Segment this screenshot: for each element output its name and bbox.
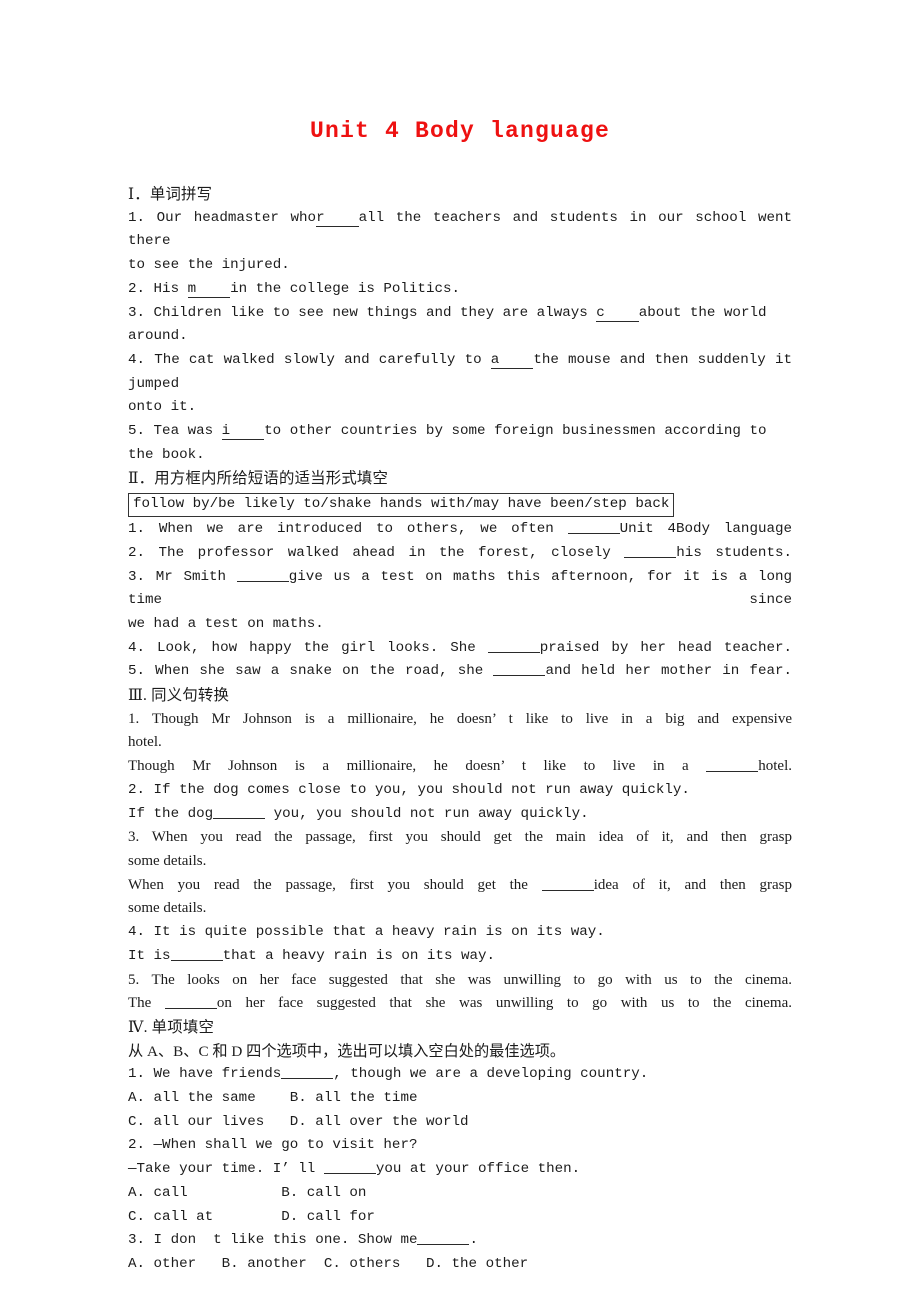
question-4-2-stem-line-2: —Take your time. I’ ll you at your offic… bbox=[128, 1158, 792, 1182]
question-4-1-options-ab[interactable]: A. all the same B. all the time bbox=[128, 1087, 792, 1111]
q3-4-blank[interactable] bbox=[170, 946, 223, 961]
q2-5-text-b: and held her mother in fear. bbox=[545, 663, 793, 680]
q1-3-text-a: 3. Children like to see new things and t… bbox=[128, 304, 597, 321]
q3-5-text-b: on her face suggested that she was unwil… bbox=[216, 995, 792, 1012]
q1-4-text-a: 4. The cat walked slowly and carefully t… bbox=[128, 351, 491, 368]
q2-3-blank[interactable] bbox=[236, 567, 289, 582]
q2-4-text-a: 4. Look, how happy the girl looks. She bbox=[128, 639, 488, 656]
q4-2-text-b: you at your office then. bbox=[375, 1161, 581, 1178]
q3-2-text-a: If the dog bbox=[128, 805, 214, 822]
question-3-3-original-line-1: 3. When you read the passage, first you … bbox=[128, 829, 792, 846]
q4-1-blank[interactable] bbox=[281, 1064, 334, 1080]
q2-1-blank[interactable] bbox=[567, 519, 620, 535]
q3-3-text-b: idea of it, and then grasp bbox=[593, 876, 792, 893]
phrase-bank-wrapper: follow by/be likely to/shake hands with/… bbox=[128, 491, 792, 518]
question-2-3-line-2: we had a test on maths. bbox=[128, 615, 324, 632]
q2-1-text-a: 1. When we are introduced to others, we … bbox=[128, 521, 568, 538]
question-3-4-rewrite: It is that a heavy rain is on its way. bbox=[128, 945, 792, 969]
question-4-2-options-cd[interactable]: C. call at D. call for bbox=[128, 1206, 792, 1230]
question-3-3-rewrite-line-1: When you read the passage, first you sho… bbox=[128, 874, 792, 898]
question-3-2-rewrite: If the dog you, you should not run away … bbox=[128, 803, 792, 827]
q2-5-text-a: 5. When she saw a snake on the road, she bbox=[128, 663, 494, 680]
q1-2-cue: m bbox=[187, 280, 231, 298]
q2-2-text-a: 2. The professor walked ahead in the for… bbox=[128, 544, 625, 561]
question-3-5-original: 5. The looks on her face suggested that … bbox=[128, 971, 792, 988]
q4-1-text-a: 1. We have friends bbox=[128, 1066, 282, 1083]
q1-2-text-b: in the college is Politics. bbox=[230, 280, 460, 297]
q3-5-text-a: The bbox=[128, 995, 165, 1012]
section-heading-1: Ⅰ．单词拼写 bbox=[128, 186, 213, 203]
question-1-5: 5. Tea was i to other countries by some f… bbox=[128, 420, 792, 467]
question-3-1-original-line-1: 1. Though Mr Johnson is a millionaire, h… bbox=[128, 710, 792, 727]
q1-4-cue: a bbox=[490, 351, 534, 369]
q4-3-text-a: 3. I don t like this one. Show me bbox=[128, 1232, 418, 1249]
q3-2-text-b: you, you should not run away quickly. bbox=[265, 805, 589, 822]
q1-1-text-a: 1. Our headmaster who bbox=[128, 209, 317, 226]
question-2-5: 5. When she saw a snake on the road, she… bbox=[128, 660, 792, 684]
q1-5-text-a: 5. Tea was bbox=[128, 423, 222, 440]
q2-1-text-b: Unit 4Body language bbox=[619, 521, 793, 538]
question-2-1: 1. When we are introduced to others, we … bbox=[128, 518, 792, 542]
question-4-3-stem: 3. I don t like this one. Show me. bbox=[128, 1229, 792, 1253]
q4-3-blank[interactable] bbox=[417, 1230, 470, 1246]
question-4-2-stem-line-1: 2. —When shall we go to visit her? bbox=[128, 1137, 418, 1154]
question-1-4-line-2: onto it. bbox=[128, 399, 197, 416]
question-1-1-line-1: 1. Our headmaster whor all the teachers a… bbox=[128, 207, 792, 254]
section-heading-2: Ⅱ．用方框内所给短语的适当形式填空 bbox=[128, 470, 389, 488]
question-1-4-line-1: 4. The cat walked slowly and carefully t… bbox=[128, 349, 792, 396]
question-2-3-line-1: 3. Mr Smith give us a test on maths this… bbox=[128, 566, 792, 613]
q3-5-blank[interactable] bbox=[164, 994, 217, 1010]
q1-1-cue: r bbox=[316, 209, 359, 227]
question-1-2: 2. His m in the college is Politics. bbox=[128, 278, 792, 302]
worksheet-page: Unit 4 Body language Ⅰ．单词拼写 1. Our headm… bbox=[0, 0, 920, 1302]
q3-1-text-a: Though Mr Johnson is a millionaire, he d… bbox=[128, 758, 707, 775]
section-heading-3: Ⅲ. 同义句转换 bbox=[128, 687, 230, 705]
q3-1-blank[interactable] bbox=[706, 757, 759, 773]
q1-3-cue: c bbox=[596, 304, 639, 322]
question-3-2-original: 2. If the dog comes close to you, you sh… bbox=[128, 781, 690, 798]
question-4-3-options[interactable]: A. other B. another C. others D. the oth… bbox=[128, 1253, 792, 1277]
q3-1-text-b: hotel. bbox=[758, 758, 792, 775]
q4-2-text-a: —Take your time. I’ ll bbox=[128, 1161, 324, 1178]
q2-3-text-a: 3. Mr Smith bbox=[128, 568, 237, 585]
phrase-bank: follow by/be likely to/shake hands with/… bbox=[128, 493, 675, 518]
q3-2-blank[interactable] bbox=[213, 804, 266, 819]
page-title: Unit 4 Body language bbox=[309, 118, 611, 144]
question-3-3-original-line-2: some details. bbox=[128, 852, 207, 869]
question-4-2-options-ab[interactable]: A. call B. call on bbox=[128, 1182, 792, 1206]
question-3-1-rewrite: Though Mr Johnson is a millionaire, he d… bbox=[128, 755, 792, 779]
question-1-1-line-2: to see the injured. bbox=[128, 257, 290, 274]
q2-2-blank[interactable] bbox=[624, 543, 677, 558]
q2-5-blank[interactable] bbox=[493, 661, 546, 677]
question-4-1-stem: 1. We have friends , though we are a deve… bbox=[128, 1063, 792, 1087]
question-3-3-rewrite-line-2: some details. bbox=[128, 900, 207, 917]
q3-4-text-b: that a heavy rain is on its way. bbox=[222, 947, 496, 964]
document-body: Ⅰ．单词拼写 1. Our headmaster whor all the tea… bbox=[128, 183, 792, 1277]
q2-4-blank[interactable] bbox=[487, 638, 540, 653]
question-2-2: 2. The professor walked ahead in the for… bbox=[128, 542, 792, 566]
question-2-4: 4. Look, how happy the girl looks. She p… bbox=[128, 637, 792, 661]
question-1-3: 3. Children like to see new things and t… bbox=[128, 302, 792, 349]
section-heading-4: Ⅳ. 单项填空 bbox=[128, 1018, 215, 1036]
question-3-1-original-line-2: hotel. bbox=[128, 734, 162, 751]
q4-3-text-b: . bbox=[469, 1232, 478, 1249]
question-3-5-rewrite: The on her face suggested that she was u… bbox=[128, 992, 792, 1016]
q3-3-text-a: When you read the passage, first you sho… bbox=[128, 876, 542, 893]
question-3-4-original: 4. It is quite possible that a heavy rai… bbox=[128, 924, 605, 941]
q4-1-text-b: , though we are a developing country. bbox=[333, 1066, 649, 1083]
q3-3-blank[interactable] bbox=[541, 876, 594, 891]
q3-4-text-a: It is bbox=[128, 947, 171, 964]
q2-4-text-b: praised by her head teacher. bbox=[539, 639, 792, 656]
question-4-1-options-cd[interactable]: C. all our lives D. all over the world bbox=[128, 1111, 792, 1135]
q4-2-blank[interactable] bbox=[323, 1159, 376, 1175]
section-4-instruction: 从 A、B、C 和 D 四个选项中，选出可以填入空白处的最佳选项。 bbox=[128, 1042, 566, 1060]
q1-5-cue: i bbox=[221, 423, 265, 441]
q2-2-text-b: his students. bbox=[676, 544, 792, 561]
q1-2-text-a: 2. His bbox=[128, 280, 188, 297]
